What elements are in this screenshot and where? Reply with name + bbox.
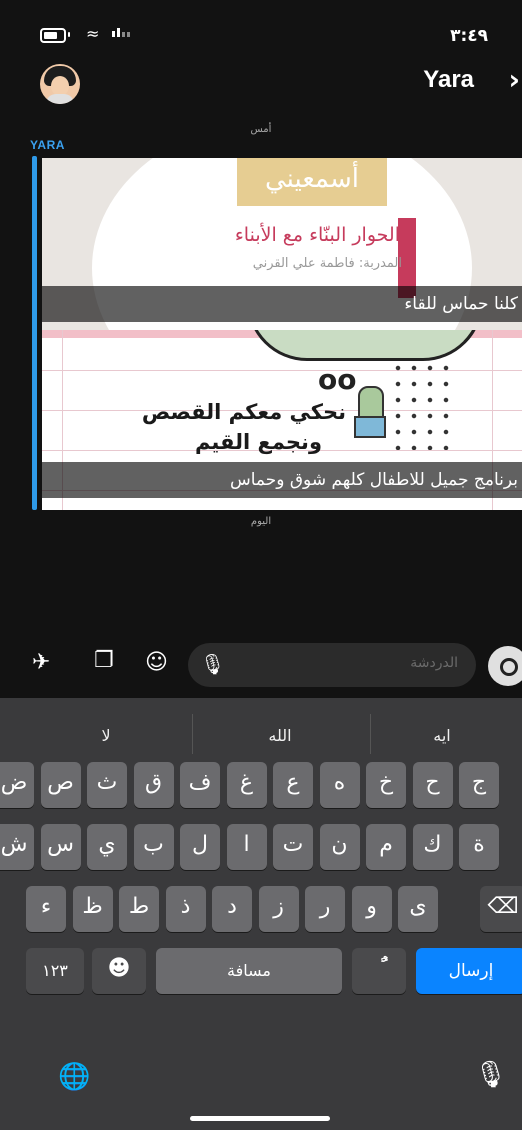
battery-tip [68, 32, 70, 37]
snap-text-line1: نحكي معكم القصص [141, 400, 346, 424]
snap-caption-2: برنامج جميل للاطفال كلهم شوق وحماس [42, 462, 522, 498]
key[interactable]: خ [366, 762, 406, 808]
key[interactable]: ط [119, 886, 159, 932]
key[interactable]: ز [258, 886, 299, 932]
key[interactable]: د [212, 886, 252, 932]
key[interactable]: ا [226, 824, 267, 870]
suggestion-3[interactable]: ايه [362, 726, 522, 745]
key[interactable]: ف [180, 762, 220, 808]
camera-icon[interactable] [488, 646, 522, 686]
key[interactable]: ع [273, 762, 313, 808]
key[interactable]: ن [319, 824, 360, 870]
snap-trainer: المدربة: فاطمة علي القرني [252, 256, 402, 271]
suggestion-1[interactable]: لا [26, 726, 186, 745]
snap-title: أسمعيني [265, 164, 359, 194]
key[interactable]: ر [305, 886, 345, 932]
numbers-key[interactable]: ١٢٣ [26, 948, 84, 994]
snap-text-line2: ونجمع القيم [194, 430, 322, 454]
backspace-key[interactable]: ⌫ [480, 886, 522, 932]
dictation-mic-icon[interactable]: 🎙 [474, 1060, 507, 1090]
avatar[interactable] [40, 64, 80, 104]
date-separator: أمس [250, 124, 272, 135]
key[interactable]: ث [87, 762, 127, 808]
globe-icon[interactable]: 🌐 [58, 1062, 90, 1092]
home-indicator[interactable] [190, 1116, 330, 1121]
key[interactable]: ش [0, 824, 34, 870]
key[interactable]: غ [226, 762, 267, 808]
chevron-right-icon[interactable]: › [508, 63, 520, 96]
chat-input-placeholder: الدردشة [410, 655, 458, 671]
key[interactable]: ت [273, 824, 313, 870]
send-key[interactable]: إرسال [416, 948, 522, 994]
rocket-icon[interactable]: ✈ [32, 650, 50, 675]
key[interactable]: ح [412, 762, 453, 808]
suggestion-2[interactable]: الله [200, 726, 360, 745]
key[interactable]: ج [459, 762, 499, 808]
key[interactable]: س [40, 824, 81, 870]
cards-icon[interactable]: ❐ [94, 648, 114, 673]
snap-subtitle: الحوار البنّاء مع الأبناء [234, 224, 400, 246]
snap-caption-1: كلنا حماس للقاء [42, 286, 522, 322]
key[interactable]: ء [26, 886, 66, 932]
key[interactable]: ة [459, 824, 499, 870]
space-key[interactable]: مسافة [156, 948, 342, 994]
signal-icon [112, 28, 130, 37]
key[interactable]: ق [133, 762, 174, 808]
key[interactable]: ض [0, 762, 34, 808]
message-accent-bar [32, 156, 37, 510]
emoji-key[interactable]: ☻ [92, 948, 146, 994]
chat-title[interactable]: Yara [423, 66, 474, 94]
key[interactable]: م [366, 824, 406, 870]
microphone-icon[interactable]: 🎙 [200, 652, 225, 676]
battery-icon [40, 28, 66, 43]
key[interactable]: و [351, 886, 392, 932]
sender-name: YARA [30, 138, 65, 152]
date-separator-today: اليوم [250, 516, 272, 527]
wifi-icon: ≈ [86, 24, 100, 43]
key[interactable]: ص [40, 762, 81, 808]
key[interactable]: ك [412, 824, 453, 870]
key[interactable]: ل [180, 824, 220, 870]
status-time: ٣:٤٩ [450, 26, 488, 46]
key[interactable]: ي [87, 824, 127, 870]
key[interactable]: ظ [72, 886, 113, 932]
smile-icon[interactable]: ☺ [145, 650, 168, 675]
key[interactable]: ه [319, 762, 360, 808]
key[interactable]: ى [398, 886, 438, 932]
key[interactable]: ب [133, 824, 174, 870]
key[interactable]: ذ [165, 886, 206, 932]
diacritic-key[interactable]: ًٌ [352, 948, 406, 994]
